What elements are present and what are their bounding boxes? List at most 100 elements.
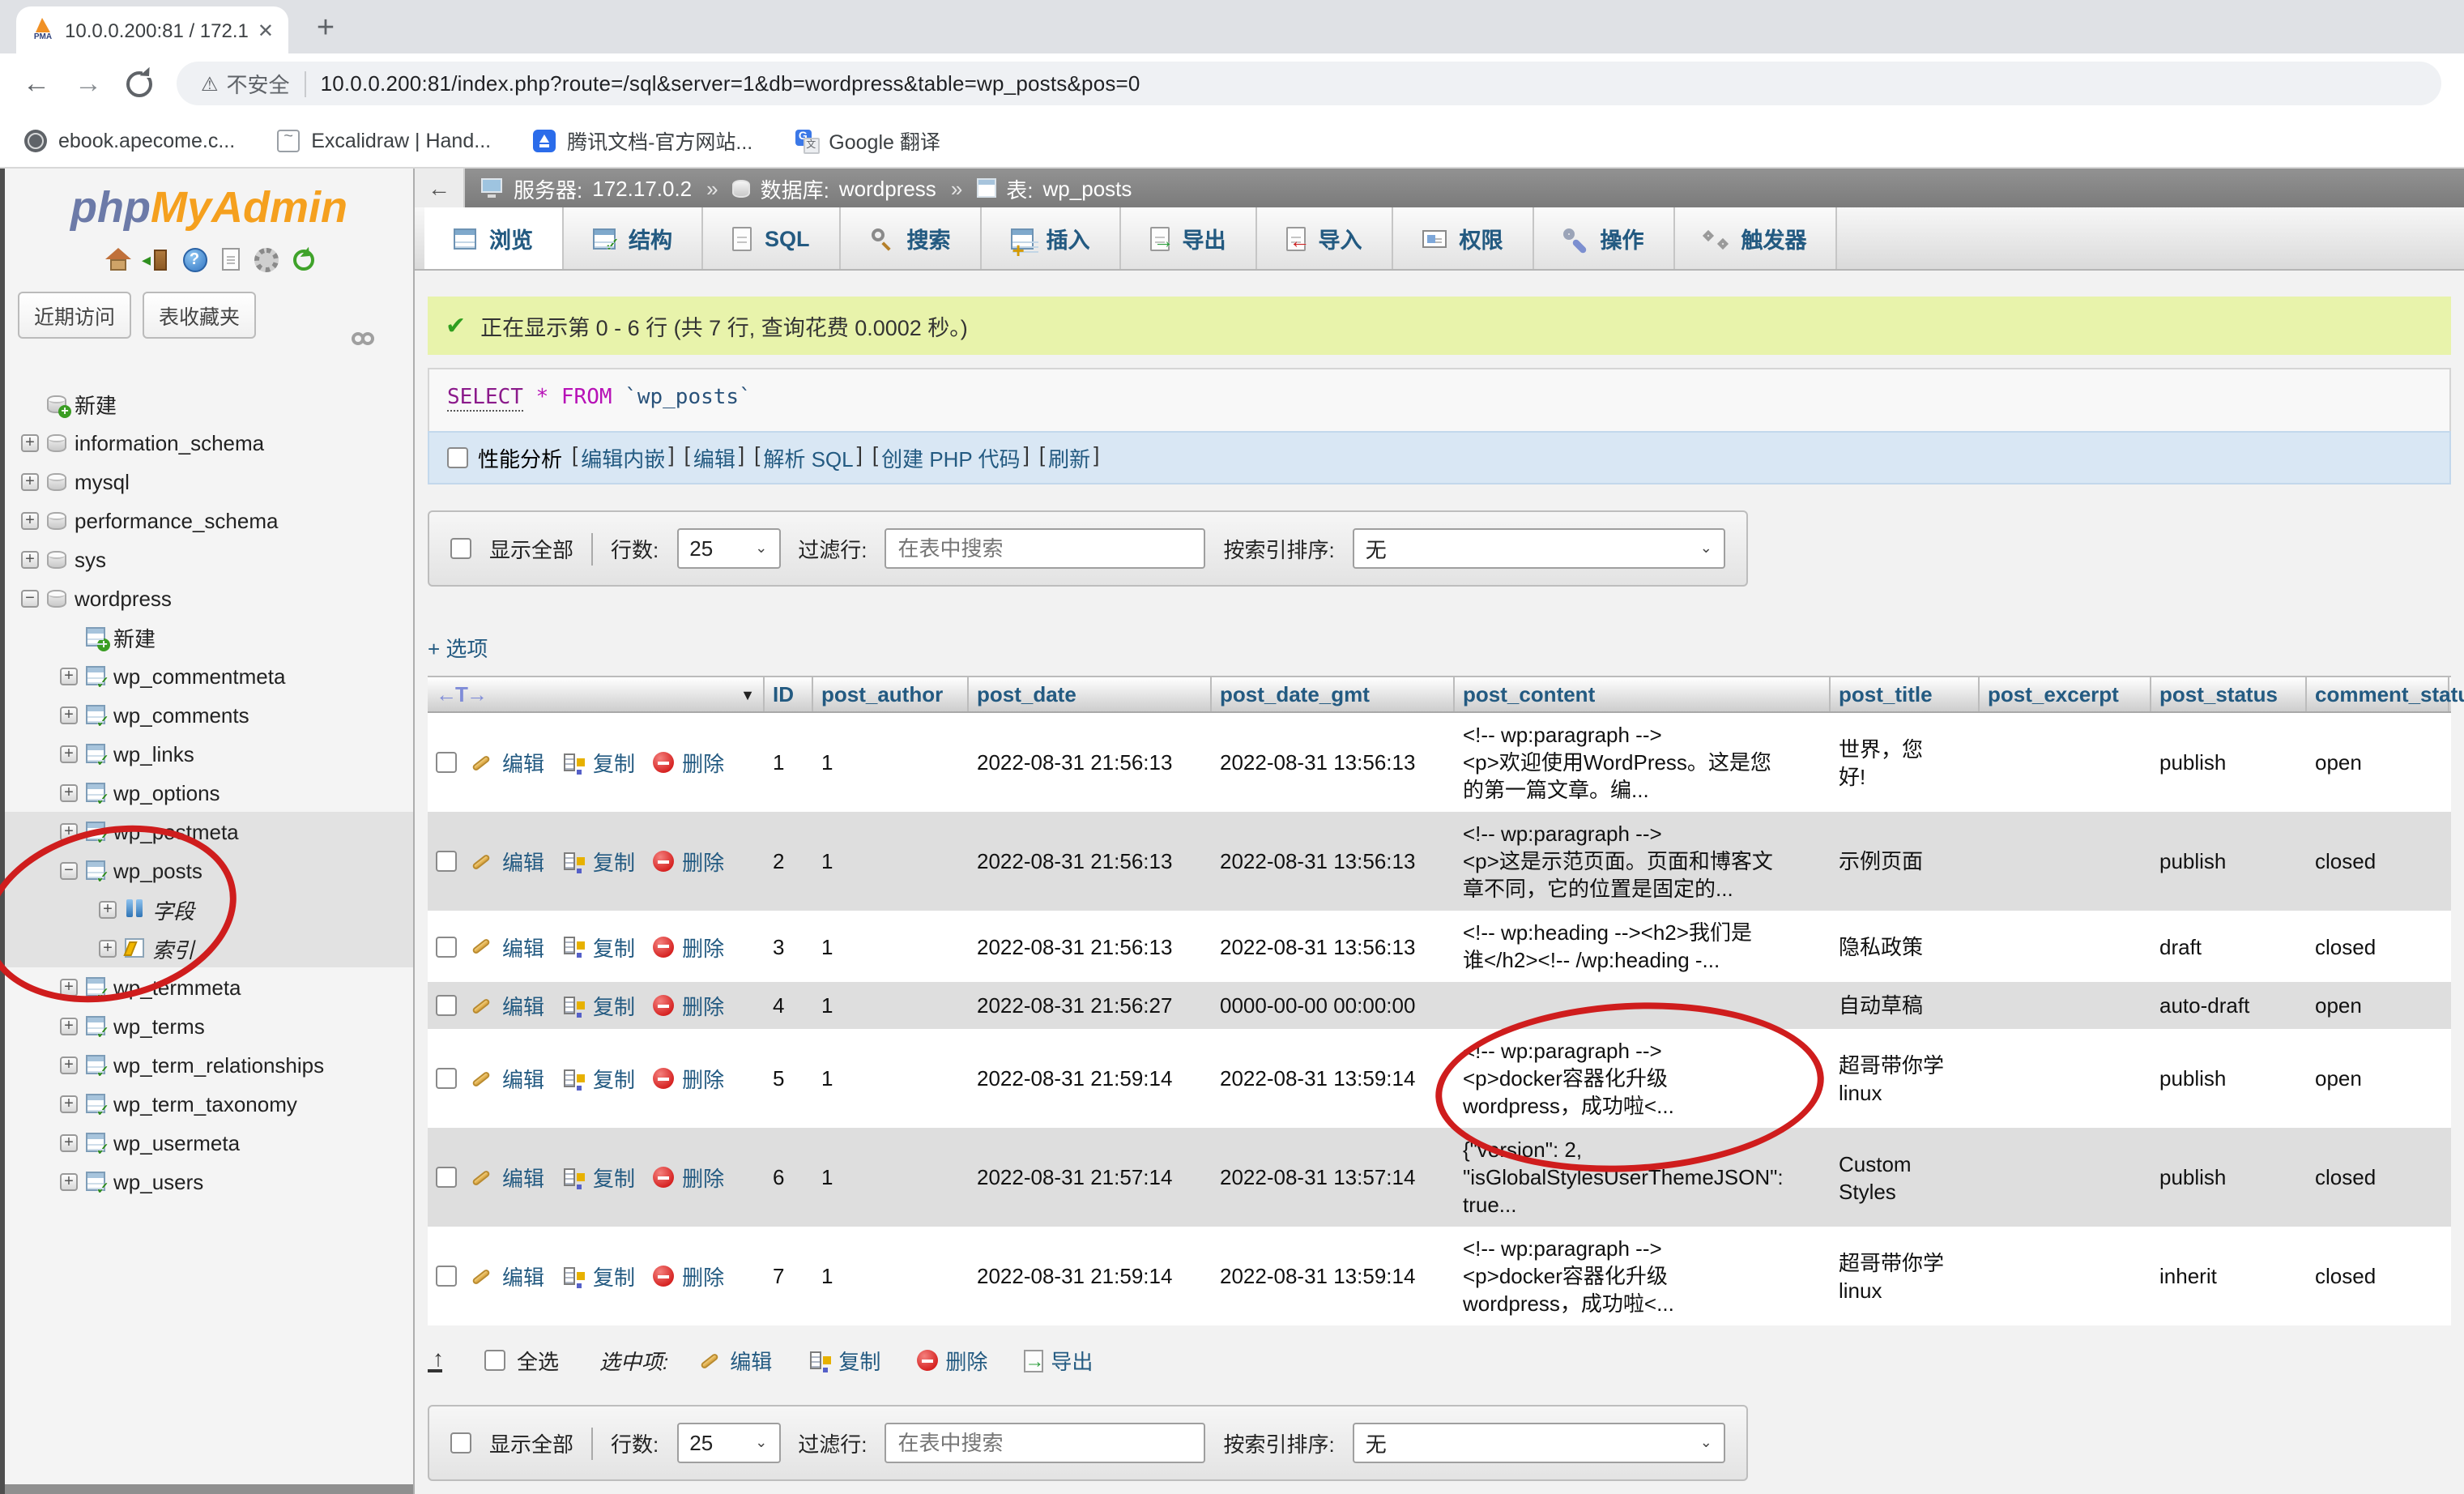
- sidebar-item-mysql[interactable]: +mysql: [5, 462, 413, 501]
- row-checkbox[interactable]: [435, 851, 456, 872]
- show-all-checkbox[interactable]: [450, 1432, 471, 1453]
- tree-expander-icon[interactable]: +: [21, 433, 39, 451]
- tree-expander-icon[interactable]: +: [60, 822, 78, 840]
- options-toggle-link[interactable]: + 选项: [428, 632, 488, 663]
- help-icon[interactable]: [182, 247, 207, 271]
- row-edit-link[interactable]: 编辑: [471, 931, 544, 962]
- tab-structure[interactable]: ✓结构: [564, 207, 703, 269]
- back-icon[interactable]: ←: [23, 70, 50, 97]
- row-edit-link[interactable]: 编辑: [471, 846, 544, 877]
- row-delete-link[interactable]: 删除: [653, 931, 724, 962]
- row-delete-link[interactable]: 删除: [653, 1063, 724, 1094]
- profiling-link-edit-inline[interactable]: 编辑内嵌: [581, 442, 665, 473]
- row-delete-link[interactable]: 删除: [653, 1162, 724, 1193]
- column-header-post_content[interactable]: post_content: [1455, 677, 1831, 711]
- row-copy-link[interactable]: 复制: [562, 1261, 635, 1291]
- sidebar-item-new-database[interactable]: +新建: [5, 384, 413, 423]
- show-all-checkbox[interactable]: [450, 538, 471, 559]
- profiling-link-explain-sql[interactable]: 解析 SQL: [763, 442, 853, 473]
- tree-expander-icon[interactable]: +: [60, 667, 78, 685]
- row-copy-link[interactable]: 复制: [562, 747, 635, 778]
- sidebar-item-wp-posts-columns[interactable]: +字段: [5, 890, 413, 928]
- breadcrumb-table[interactable]: wp_posts: [1043, 176, 1132, 200]
- row-checkbox[interactable]: [435, 995, 456, 1016]
- row-delete-link[interactable]: 删除: [653, 846, 724, 877]
- tree-expander-icon[interactable]: +: [60, 1133, 78, 1151]
- profiling-link-create-php-code[interactable]: 创建 PHP 代码: [881, 442, 1020, 473]
- row-copy-link[interactable]: 复制: [562, 1063, 635, 1094]
- row-delete-link[interactable]: 删除: [653, 990, 724, 1021]
- sidebar-item-performance-schema[interactable]: +performance_schema: [5, 501, 413, 540]
- actions-column-header[interactable]: ←T→ ▼: [428, 677, 765, 711]
- bookmark-item-tencent-docs[interactable]: 腾讯文档-官方网站...: [533, 125, 752, 156]
- recent-tables-button[interactable]: 近期访问: [18, 292, 131, 339]
- sidebar-item-wp-posts[interactable]: −✓wp_posts: [5, 851, 413, 890]
- tree-expander-icon[interactable]: +: [21, 550, 39, 568]
- tab-close-icon[interactable]: ✕: [258, 19, 274, 41]
- tab-insert[interactable]: 插入: [982, 207, 1121, 269]
- tab-search[interactable]: 搜索: [841, 207, 982, 269]
- sidebar-collapse-button[interactable]: ←: [415, 169, 465, 207]
- rows-per-page-select[interactable]: 25 ⌄: [676, 528, 780, 569]
- new-tab-button[interactable]: +: [305, 8, 347, 50]
- sort-by-index-select[interactable]: 无 ⌄: [1353, 528, 1725, 569]
- row-checkbox[interactable]: [435, 936, 456, 957]
- row-copy-link[interactable]: 复制: [562, 990, 635, 1021]
- logout-icon[interactable]: [143, 247, 168, 271]
- column-header-comment_status[interactable]: comment_status: [2307, 677, 2449, 711]
- row-checkbox[interactable]: [435, 752, 456, 773]
- table-search-input[interactable]: [885, 1423, 1206, 1463]
- sidebar-item-wp-users[interactable]: +✓wp_users: [5, 1162, 413, 1201]
- column-header-post_author[interactable]: post_author: [813, 677, 969, 711]
- sql-keyword-select[interactable]: SELECT: [447, 386, 523, 412]
- table-search-input[interactable]: [885, 528, 1206, 569]
- tree-expander-icon[interactable]: +: [60, 978, 78, 996]
- check-all-checkbox[interactable]: [484, 1350, 505, 1371]
- row-selected-edit-link[interactable]: 编辑: [699, 1345, 772, 1376]
- column-header-post_date[interactable]: post_date: [969, 677, 1212, 711]
- row-edit-link[interactable]: 编辑: [471, 1261, 544, 1291]
- sidebar-item-wp-options[interactable]: +✓wp_options: [5, 773, 413, 812]
- tab-export[interactable]: 导出: [1121, 207, 1257, 269]
- column-header-post_date_gmt[interactable]: post_date_gmt: [1212, 677, 1455, 711]
- row-edit-link[interactable]: 编辑: [471, 1162, 544, 1193]
- not-secure-badge[interactable]: ⚠ 不安全: [201, 68, 290, 99]
- profiling-checkbox[interactable]: [447, 447, 468, 468]
- row-delete-link[interactable]: 删除: [653, 1261, 724, 1291]
- browser-tab[interactable]: 10.0.0.200:81 / 172.17.0.2 / wo ✕: [16, 6, 288, 53]
- sidebar-item-wp-usermeta[interactable]: +✓wp_usermeta: [5, 1123, 413, 1162]
- tree-expander-icon[interactable]: +: [99, 939, 117, 957]
- row-selected-export-link[interactable]: 导出: [1023, 1345, 1093, 1376]
- column-header-post_excerpt[interactable]: post_excerpt: [1980, 677, 2151, 711]
- profiling-link-refresh[interactable]: 刷新: [1048, 442, 1090, 473]
- tree-expander-icon[interactable]: +: [60, 1172, 78, 1190]
- column-header-post_status[interactable]: post_status: [2151, 677, 2307, 711]
- tab-import[interactable]: 导入: [1257, 207, 1393, 269]
- home-icon[interactable]: [104, 247, 129, 271]
- row-checkbox[interactable]: [435, 1266, 456, 1287]
- tree-expander-icon[interactable]: +: [60, 706, 78, 724]
- sidebar-item-wordpress[interactable]: −wordpress: [5, 578, 413, 617]
- tab-operations[interactable]: 操作: [1534, 207, 1675, 269]
- sidebar-item-wp-term-taxonomy[interactable]: +✓wp_term_taxonomy: [5, 1084, 413, 1123]
- tab-privileges[interactable]: 权限: [1393, 207, 1534, 269]
- tree-expander-icon[interactable]: +: [60, 1056, 78, 1074]
- tree-expander-icon[interactable]: +: [60, 1017, 78, 1035]
- address-bar[interactable]: ⚠ 不安全 10.0.0.200:81/index.php?route=/sql…: [177, 62, 2441, 105]
- settings-gear-icon[interactable]: [254, 247, 278, 271]
- sidebar-item-wp-postmeta[interactable]: +✓wp_postmeta: [5, 812, 413, 851]
- breadcrumb-server[interactable]: 172.17.0.2: [592, 176, 692, 200]
- tab-browse[interactable]: 浏览: [424, 207, 564, 269]
- sidebar-item-wp-posts-indexes[interactable]: +索引: [5, 928, 413, 967]
- column-arrows-icon[interactable]: ←T→: [436, 682, 486, 706]
- tree-expander-icon[interactable]: +: [60, 1095, 78, 1112]
- tree-expander-icon[interactable]: −: [21, 589, 39, 607]
- row-checkbox[interactable]: [435, 1167, 456, 1188]
- sidebar-item-sys[interactable]: +sys: [5, 540, 413, 578]
- sidebar-item-wp-links[interactable]: +✓wp_links: [5, 734, 413, 773]
- tree-expander-icon[interactable]: −: [60, 861, 78, 879]
- sidebar-item-wp-termmeta[interactable]: +✓wp_termmeta: [5, 967, 413, 1006]
- sidebar-item-wp-terms[interactable]: +✓wp_terms: [5, 1006, 413, 1045]
- rows-per-page-select[interactable]: 25 ⌄: [676, 1423, 780, 1463]
- reload-icon[interactable]: [126, 70, 152, 96]
